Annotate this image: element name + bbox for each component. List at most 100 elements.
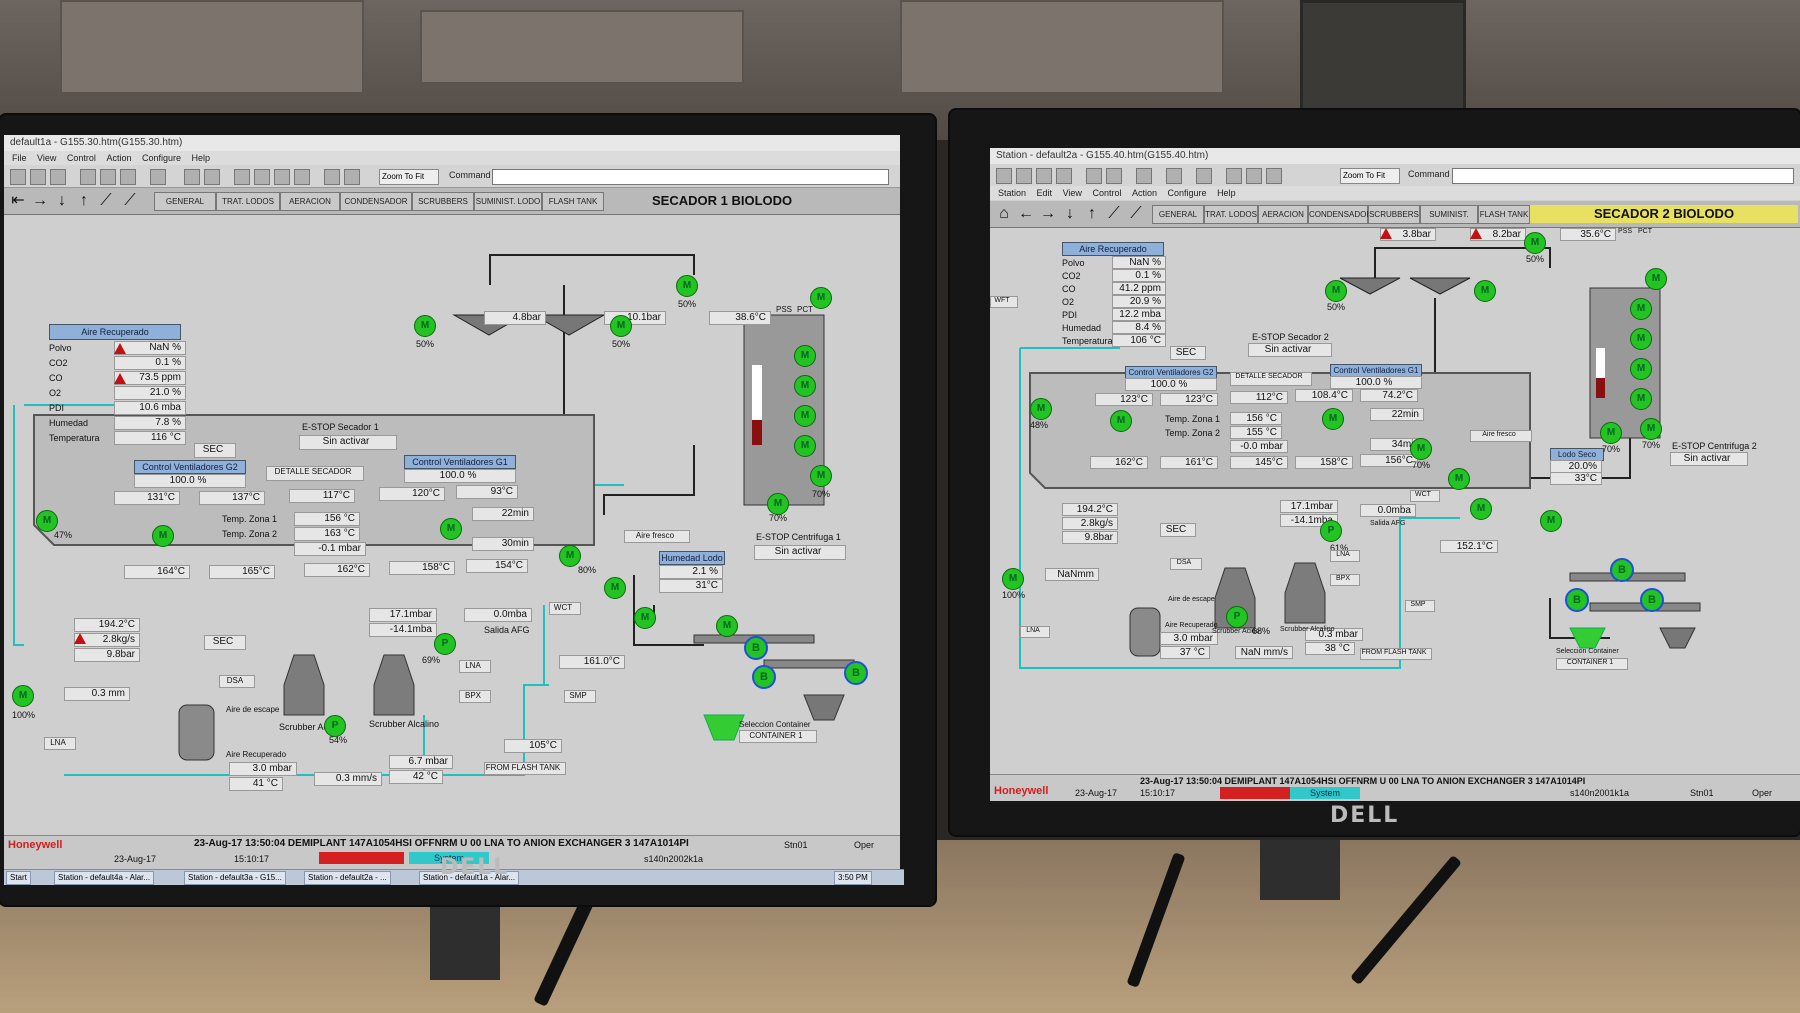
tab-condensador[interactable]: CONDENSADOR: [1308, 205, 1372, 224]
tab-flash-tank[interactable]: FLASH TANK: [1478, 205, 1530, 224]
motor-icon[interactable]: M: [610, 315, 632, 337]
toolbar-icon[interactable]: [1086, 168, 1102, 184]
start-button[interactable]: Start: [6, 871, 31, 885]
nav-home-icon[interactable]: ⌂: [994, 205, 1014, 223]
motor-icon[interactable]: M: [12, 685, 34, 707]
menu-help[interactable]: Help: [1217, 188, 1236, 198]
taskbar-item[interactable]: Station - default2a - ...: [304, 871, 391, 885]
motor-icon[interactable]: M: [1630, 358, 1652, 380]
trend-icon[interactable]: ⟋: [120, 192, 140, 210]
nav-up-icon[interactable]: ↑: [74, 192, 94, 210]
menu-view[interactable]: View: [37, 153, 56, 163]
tab-aeracion[interactable]: AERACION: [280, 192, 340, 211]
blower-icon[interactable]: B: [744, 636, 768, 660]
sec-button[interactable]: SEC: [194, 443, 236, 458]
toolbar-icon[interactable]: [204, 169, 220, 185]
tag-dsa[interactable]: DSA: [1170, 558, 1202, 570]
tab-trat-lodos[interactable]: TRAT. LODOS: [1204, 205, 1258, 224]
alarm-indicator[interactable]: [1220, 787, 1290, 799]
motor-icon[interactable]: M: [1640, 418, 1662, 440]
tag-dsa[interactable]: DSA: [219, 675, 255, 688]
nav-forward-icon[interactable]: →: [1038, 205, 1058, 223]
motor-icon[interactable]: M: [1110, 410, 1132, 432]
motor-icon[interactable]: M: [1410, 438, 1432, 460]
nav-back-icon[interactable]: ⇤: [8, 192, 28, 210]
tab-flash-tank[interactable]: FLASH TANK: [542, 192, 604, 211]
blower-icon[interactable]: B: [752, 665, 776, 689]
menu-control[interactable]: Control: [67, 153, 96, 163]
tag-wct[interactable]: WCT: [549, 602, 581, 615]
toolbar-icon[interactable]: [234, 169, 250, 185]
toolbar-icon[interactable]: [120, 169, 136, 185]
tag-smp[interactable]: SMP: [1405, 600, 1435, 612]
toolbar-icon[interactable]: [274, 169, 290, 185]
menu-configure[interactable]: Configure: [142, 153, 181, 163]
toolbar-icon[interactable]: [1166, 168, 1182, 184]
tab-trat-lodos[interactable]: TRAT. LODOS: [216, 192, 280, 211]
motor-icon[interactable]: M: [559, 545, 581, 567]
toolbar-icon[interactable]: [1196, 168, 1212, 184]
blower-icon[interactable]: B: [1610, 558, 1634, 582]
sec-button[interactable]: SEC: [1160, 523, 1196, 537]
trend-icon[interactable]: ⟋: [1126, 205, 1146, 223]
zoom-select[interactable]: Zoom To Fit: [1340, 168, 1400, 184]
toolbar-icon[interactable]: [184, 169, 200, 185]
sec-button[interactable]: SEC: [204, 635, 246, 650]
menu-view[interactable]: View: [1063, 188, 1082, 198]
motor-icon[interactable]: M: [794, 345, 816, 367]
pump-icon[interactable]: P: [324, 715, 346, 737]
motor-icon[interactable]: M: [1600, 422, 1622, 444]
container-selector[interactable]: CONTAINER 1: [739, 730, 817, 743]
tag-wct[interactable]: WCT: [1410, 490, 1440, 502]
motor-icon[interactable]: M: [810, 465, 832, 487]
tag-lna[interactable]: LNA: [44, 737, 76, 750]
motor-icon[interactable]: M: [1448, 468, 1470, 490]
system-indicator[interactable]: System: [1290, 787, 1360, 799]
menu-action[interactable]: Action: [106, 153, 131, 163]
motor-icon[interactable]: M: [767, 493, 789, 515]
motor-icon[interactable]: M: [1474, 280, 1496, 302]
alarm-icon[interactable]: [114, 343, 126, 354]
motor-icon[interactable]: M: [1030, 398, 1052, 420]
toolbar-icon[interactable]: [150, 169, 166, 185]
detalle-secador-button[interactable]: DETALLE SECADOR: [266, 466, 364, 481]
toolbar-icon[interactable]: [996, 168, 1012, 184]
toolbar-icon[interactable]: [1056, 168, 1072, 184]
toolbar-icon[interactable]: [80, 169, 96, 185]
menu-action[interactable]: Action: [1132, 188, 1157, 198]
tag-lna[interactable]: LNA: [459, 660, 491, 673]
estop-secador-state[interactable]: Sin activar: [1248, 343, 1332, 357]
motor-icon[interactable]: M: [152, 525, 174, 547]
detalle-secador-button[interactable]: DETALLE SECADOR: [1230, 372, 1312, 386]
motor-icon[interactable]: M: [676, 275, 698, 297]
tab-scrubbers[interactable]: SCRUBBERS: [412, 192, 474, 211]
toolbar-icon[interactable]: [1246, 168, 1262, 184]
menu-station[interactable]: Station: [998, 188, 1026, 198]
blower-icon[interactable]: B: [1565, 588, 1589, 612]
toolbar-icon[interactable]: [1226, 168, 1242, 184]
motor-icon[interactable]: M: [1470, 498, 1492, 520]
alarm-indicator[interactable]: [319, 852, 404, 864]
toolbar-icon[interactable]: [1266, 168, 1282, 184]
menu-help[interactable]: Help: [192, 153, 211, 163]
command-input[interactable]: [1452, 168, 1794, 184]
toolbar-icon[interactable]: [10, 169, 26, 185]
motor-icon[interactable]: M: [36, 510, 58, 532]
toolbar-icon[interactable]: [1036, 168, 1052, 184]
estop-secador-state[interactable]: Sin activar: [299, 435, 397, 450]
tag-lna[interactable]: LNA: [1020, 626, 1050, 638]
blower-icon[interactable]: B: [844, 661, 868, 685]
motor-icon[interactable]: M: [1630, 388, 1652, 410]
toolbar-icon[interactable]: [1106, 168, 1122, 184]
toolbar-icon[interactable]: [324, 169, 340, 185]
motor-icon[interactable]: M: [1630, 328, 1652, 350]
alarm-icon[interactable]: [74, 633, 86, 644]
trend-icon[interactable]: ⟋: [1104, 205, 1124, 223]
from-flash-tank-link[interactable]: FROM FLASH TANK: [1360, 648, 1432, 660]
motor-icon[interactable]: M: [1002, 568, 1024, 590]
tag-smp[interactable]: SMP: [564, 690, 596, 703]
tag-bpx[interactable]: BPX: [459, 690, 491, 703]
tab-scrubbers[interactable]: SCRUBBERS: [1368, 205, 1420, 224]
trend-icon[interactable]: ⟋: [96, 192, 116, 210]
estop-centrifuga-state[interactable]: Sin activar: [754, 545, 846, 560]
